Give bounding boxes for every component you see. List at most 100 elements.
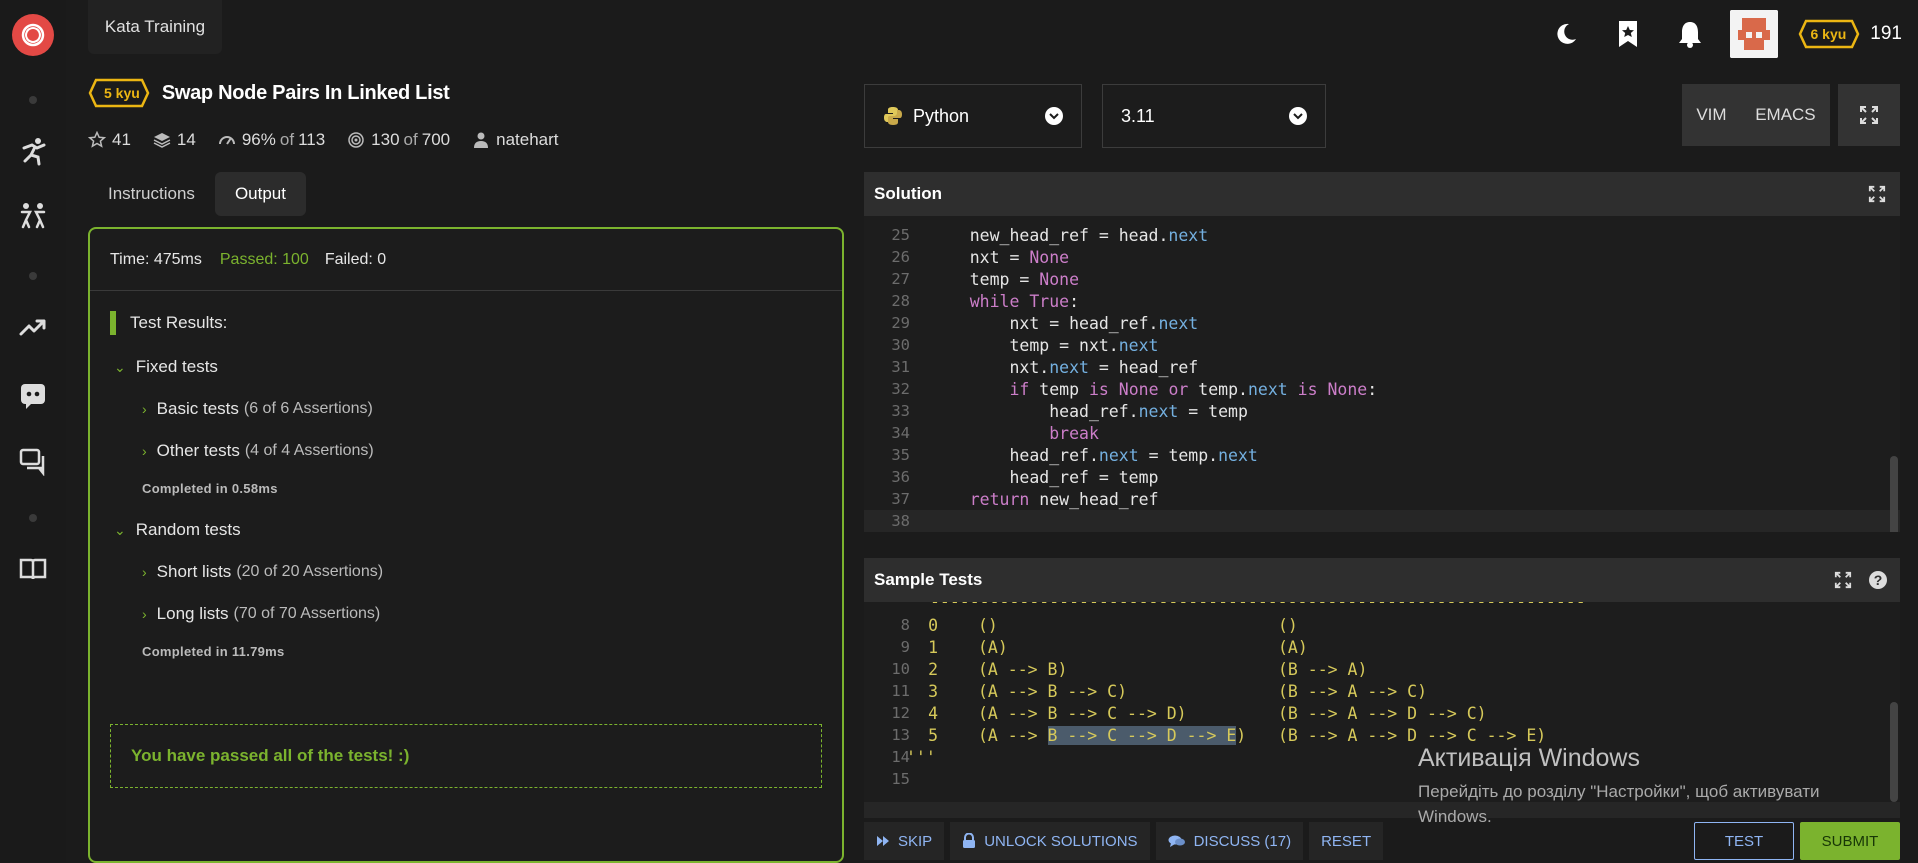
- code-line: 27 temp = None: [891, 269, 1080, 289]
- svg-text:?: ?: [1874, 572, 1883, 588]
- left-sidebar: [0, 0, 66, 862]
- emacs-mode-button[interactable]: EMACS: [1755, 105, 1815, 125]
- kata-rank-badge: 5 kyu: [88, 78, 152, 108]
- sidebar-divider-dot: [29, 272, 37, 280]
- fullscreen-button[interactable]: [1838, 84, 1900, 146]
- completed-count: 130: [371, 130, 400, 149]
- long-lists-assertions: (70 of 70 Assertions): [233, 605, 381, 622]
- all-passed-message: You have passed all of the tests! :): [110, 724, 822, 788]
- unlock-solutions-button[interactable]: UNLOCK SOLUTIONS: [950, 822, 1150, 860]
- satisfaction-of: of: [279, 130, 295, 149]
- completed-of: of: [403, 130, 418, 149]
- fixed-tests-group[interactable]: ⌄ Fixed tests: [114, 357, 822, 377]
- expand-icon: [1860, 106, 1878, 124]
- output-summary: Time: 475ms Passed: 100 Failed: 0: [90, 229, 842, 291]
- sample-scrollbar[interactable]: [1890, 702, 1898, 802]
- fixed-tests-label: Fixed tests: [135, 357, 218, 376]
- results-title-label: Test Results:: [130, 313, 228, 332]
- chevron-down-icon: [1045, 107, 1063, 125]
- chevron-right-icon: ›: [142, 443, 147, 459]
- sample-row: 10 2 (A --> B) (B --> A): [864, 658, 1900, 680]
- basic-tests-item[interactable]: › Basic tests (6 of 6 Assertions): [142, 399, 822, 419]
- sample-row: 13 5 (A --> B --> C --> D --> E) (B --> A -…: [864, 724, 1900, 746]
- other-tests-item[interactable]: › Other tests (4 of 4 Assertions): [142, 441, 822, 461]
- line-number: 13: [891, 726, 910, 744]
- honor-count: 191: [1870, 23, 1902, 44]
- kata-stats: 41 14 96% of 113 130 of 700 natehart: [88, 130, 581, 150]
- leaderboard-trend-icon[interactable]: [16, 310, 50, 344]
- code-line: 28 while True:: [891, 291, 1080, 311]
- short-lists-label: Short lists: [156, 562, 232, 581]
- sidebar-divider-dot: [29, 514, 37, 522]
- docs-book-icon[interactable]: [16, 552, 50, 586]
- random-tests-group[interactable]: ⌄ Random tests: [114, 520, 822, 540]
- discussion-chat-icon[interactable]: [16, 444, 50, 478]
- kata-title: Swap Node Pairs In Linked List: [161, 81, 450, 104]
- practice-sparring-icon[interactable]: [16, 198, 50, 232]
- sample-row: 12 4 (A --> B --> C --> D) (B --> A --> D -…: [864, 702, 1900, 724]
- row-index: 4: [928, 703, 938, 723]
- reset-button[interactable]: RESET: [1309, 822, 1384, 860]
- language-select[interactable]: Python: [864, 84, 1082, 148]
- help-icon[interactable]: ?: [1868, 570, 1888, 590]
- line-number: 11: [891, 682, 910, 700]
- tab-instructions[interactable]: Instructions: [88, 172, 215, 216]
- other-tests-assertions: (4 of 4 Assertions): [244, 442, 374, 459]
- chevron-right-icon: ›: [142, 606, 147, 622]
- kata-title-row: 5 kyu Swap Node Pairs In Linked List: [88, 78, 450, 108]
- row-output: (B --> A --> C): [1278, 681, 1428, 701]
- basic-tests-label: Basic tests: [156, 399, 239, 418]
- code-line-current: 38: [864, 510, 1900, 532]
- short-lists-assertions: (20 of 20 Assertions): [236, 563, 384, 580]
- collections-count: 14: [176, 130, 196, 149]
- row-input: (A --> B --> C --> D --> E): [978, 725, 1247, 745]
- completed-stat: 130 of 700: [347, 130, 450, 150]
- code-line: 33 head_ref.next = temp: [891, 401, 1248, 421]
- discord-icon[interactable]: [16, 378, 50, 412]
- codewars-logo-icon[interactable]: [12, 14, 54, 56]
- solution-code[interactable]: 25 new_head_ref = head.next 26 nxt = Non…: [864, 216, 1900, 532]
- long-lists-item[interactable]: › Long lists (70 of 70 Assertions): [142, 604, 822, 624]
- row-index: 5: [928, 725, 938, 745]
- skip-button[interactable]: SKIP: [864, 822, 945, 860]
- stars-stat[interactable]: 41: [88, 130, 131, 150]
- chevron-down-icon: ⌄: [114, 358, 126, 375]
- code-line: 29 nxt = head_ref.next: [891, 313, 1199, 333]
- discuss-button[interactable]: DISCUSS (17): [1155, 822, 1304, 860]
- code-line: 25 new_head_ref = head.next: [891, 225, 1209, 245]
- code-line: 37 return new_head_ref: [891, 489, 1159, 509]
- row-index: 0: [928, 615, 938, 635]
- stars-count: 41: [112, 130, 131, 149]
- short-lists-item[interactable]: › Short lists (20 of 20 Assertions): [142, 562, 822, 582]
- long-lists-label: Long lists: [156, 604, 229, 623]
- user-rank-badge[interactable]: 6 kyu: [1798, 19, 1860, 49]
- bookmark-star-icon[interactable]: [1608, 14, 1648, 54]
- code-line: 26 nxt = None: [891, 247, 1070, 267]
- code-line: 34 break: [891, 423, 1099, 443]
- test-button[interactable]: TEST: [1694, 822, 1794, 860]
- submit-button[interactable]: SUBMIT: [1800, 822, 1900, 860]
- collections-stat[interactable]: 14: [153, 130, 196, 150]
- row-input: (A): [978, 637, 1008, 657]
- line-number: 12: [891, 704, 910, 722]
- solution-header: Solution: [864, 172, 1900, 216]
- satisfaction-votes: 113: [298, 130, 326, 149]
- dark-mode-moon-icon[interactable]: [1546, 14, 1586, 54]
- expand-icon[interactable]: [1834, 571, 1852, 589]
- brand-tab[interactable]: Kata Training: [88, 0, 222, 54]
- solution-scrollbar[interactable]: [1890, 456, 1898, 532]
- tab-output[interactable]: Output: [214, 172, 306, 216]
- expand-icon[interactable]: [1868, 185, 1886, 203]
- code-line: 31 nxt.next = head_ref: [891, 357, 1199, 377]
- version-select[interactable]: 3.11: [1102, 84, 1326, 148]
- vim-mode-button[interactable]: VIM: [1696, 105, 1726, 125]
- author-stat[interactable]: natehart: [472, 130, 559, 150]
- code-line: 35 head_ref.next = temp.next: [891, 445, 1258, 465]
- training-kick-icon[interactable]: [16, 134, 50, 168]
- run-time: Time: 475ms: [110, 250, 202, 268]
- satisfaction-gauge-icon: [218, 136, 235, 145]
- code-line: 36 head_ref = temp: [891, 467, 1159, 487]
- user-avatar[interactable]: [1730, 10, 1779, 58]
- target-icon: [348, 132, 364, 148]
- notifications-bell-icon[interactable]: [1670, 14, 1710, 54]
